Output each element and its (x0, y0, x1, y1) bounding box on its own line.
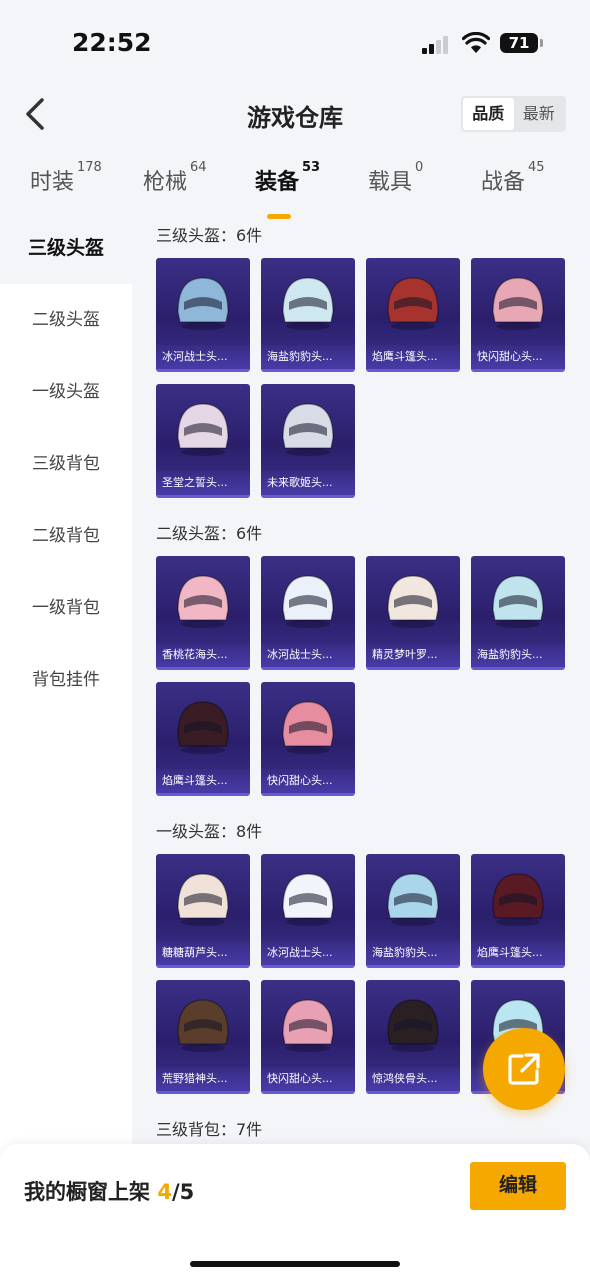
section-title: 二级头盔：6件 (156, 524, 263, 543)
item-card[interactable]: 香桃花海头... (156, 556, 250, 670)
item-card[interactable]: 焰鹰斗篷头... (366, 258, 460, 372)
item-name: 未来歌姬头... (261, 471, 355, 495)
sort-option-quality[interactable]: 品质 (463, 98, 514, 130)
item-card[interactable]: 快闪甜心头... (261, 980, 355, 1094)
item-card[interactable]: 海盐豹豹头... (366, 854, 460, 968)
sidebar-item-level1-backpack[interactable]: 一级背包 (0, 572, 132, 644)
tab-vehicles[interactable]: 载具0 (368, 160, 423, 196)
external-link-icon (508, 1053, 540, 1085)
nav-bar: 游戏仓库 品质 最新 (0, 88, 590, 140)
subcategory-sidebar: 三级头盔 二级头盔 一级头盔 三级背包 二级背包 一级背包 背包挂件 (0, 212, 132, 1172)
share-button[interactable] (483, 1028, 565, 1110)
item-card[interactable]: 快闪甜心头... (261, 682, 355, 796)
tab-count: 53 (302, 160, 321, 175)
item-name: 惊鸿侠骨头... (366, 1067, 460, 1091)
helmet-icon (387, 277, 439, 330)
sidebar-item-level3-helmet[interactable]: 三级头盔 (0, 212, 132, 284)
helmet-icon (177, 701, 229, 754)
item-card[interactable]: 快闪甜心头... (471, 258, 565, 372)
sidebar-item-level3-backpack[interactable]: 三级背包 (0, 428, 132, 500)
item-card[interactable]: 惊鸿侠骨头... (366, 980, 460, 1094)
helmet-icon (282, 873, 334, 926)
item-name: 海盐豹豹头... (261, 345, 355, 369)
helmet-icon (282, 575, 334, 628)
back-arrow-icon[interactable] (16, 94, 56, 134)
sort-option-newest[interactable]: 最新 (514, 98, 565, 130)
showcase-status: 我的橱窗上架 4/5 (24, 1180, 195, 1204)
sidebar-item-level1-helmet[interactable]: 一级头盔 (0, 356, 132, 428)
helmet-icon (492, 277, 544, 330)
helmet-icon (282, 277, 334, 330)
item-name: 海盐豹豹头... (366, 941, 460, 965)
item-name: 快闪甜心头... (261, 1067, 355, 1091)
item-card[interactable]: 冰河战士头... (261, 556, 355, 670)
item-name: 焰鹰斗篷头... (366, 345, 460, 369)
helmet-icon (282, 701, 334, 754)
helmet-icon (282, 403, 334, 456)
item-card[interactable]: 焰鹰斗篷头... (471, 854, 565, 968)
item-card[interactable]: 精灵梦叶罗... (366, 556, 460, 670)
tab-supplies[interactable]: 战备45 (481, 160, 545, 196)
helmet-icon (177, 999, 229, 1052)
tab-count: 0 (415, 160, 424, 175)
battery-icon: 71 (500, 33, 543, 53)
helmet-icon (282, 999, 334, 1052)
helmet-icon (177, 403, 229, 456)
item-card[interactable]: 海盐豹豹头... (261, 258, 355, 372)
helmet-icon (387, 873, 439, 926)
item-grid: 冰河战士头... 海盐豹豹头... 焰鹰斗篷头... 快闪甜心头... 圣堂之誓头...… (156, 258, 576, 510)
item-card[interactable]: 未来歌姬头... (261, 384, 355, 498)
tab-count: 64 (190, 160, 207, 175)
tab-equipment[interactable]: 装备53 (255, 160, 320, 219)
helmet-icon (492, 873, 544, 926)
showcase-current-count: 4 (157, 1180, 172, 1204)
tab-count: 45 (528, 160, 545, 175)
item-card[interactable]: 焰鹰斗篷头... (156, 682, 250, 796)
helmet-icon (177, 575, 229, 628)
item-name: 快闪甜心头... (471, 345, 565, 369)
status-bar: 22:52 71 (0, 0, 590, 88)
item-name: 荒野猎神头... (156, 1067, 250, 1091)
item-card[interactable]: 圣堂之誓头... (156, 384, 250, 498)
item-name: 焰鹰斗篷头... (471, 941, 565, 965)
helmet-icon (387, 575, 439, 628)
cellular-signal-icon (422, 36, 452, 54)
tab-fashion[interactable]: 时装178 (30, 160, 102, 196)
item-name: 冰河战士头... (261, 643, 355, 667)
bottom-bar: 我的橱窗上架 4/5 编辑 (0, 1144, 590, 1280)
item-name: 香桃花海头... (156, 643, 250, 667)
tab-weapons[interactable]: 枪械64 (143, 160, 207, 196)
item-name: 冰河战士头... (261, 941, 355, 965)
edit-button[interactable]: 编辑 (470, 1162, 566, 1210)
section-title: 三级头盔：6件 (156, 226, 263, 245)
item-card[interactable]: 荒野猎神头... (156, 980, 250, 1094)
item-name: 糖糖葫芦头... (156, 941, 250, 965)
item-card[interactable]: 海盐豹豹头... (471, 556, 565, 670)
helmet-icon (387, 999, 439, 1052)
sidebar-item-backpack-charm[interactable]: 背包挂件 (0, 644, 132, 716)
item-card[interactable]: 糖糖葫芦头... (156, 854, 250, 968)
section-title: 一级头盔：8件 (156, 822, 263, 841)
item-name: 冰河战士头... (156, 345, 250, 369)
helmet-icon (177, 873, 229, 926)
sidebar-item-level2-helmet[interactable]: 二级头盔 (0, 284, 132, 356)
showcase-total: /5 (171, 1180, 195, 1204)
sidebar-item-level2-backpack[interactable]: 二级背包 (0, 500, 132, 572)
item-card[interactable]: 冰河战士头... (156, 258, 250, 372)
item-name: 焰鹰斗篷头... (156, 769, 250, 793)
item-name: 圣堂之誓头... (156, 471, 250, 495)
item-card[interactable]: 冰河战士头... (261, 854, 355, 968)
sort-toggle[interactable]: 品质 最新 (461, 96, 566, 132)
tab-count: 178 (77, 160, 102, 175)
item-name: 快闪甜心头... (261, 769, 355, 793)
wifi-icon (462, 32, 490, 53)
item-name: 精灵梦叶罗... (366, 643, 460, 667)
home-indicator (190, 1261, 400, 1267)
category-tabs: 时装178 枪械64 装备53 载具0 战备45 (0, 150, 590, 219)
item-name: 海盐豹豹头... (471, 643, 565, 667)
item-grid: 香桃花海头... 冰河战士头... 精灵梦叶罗... 海盐豹豹头... 焰鹰斗篷头...… (156, 556, 576, 808)
helmet-icon (177, 277, 229, 330)
helmet-icon (492, 575, 544, 628)
status-time: 22:52 (72, 28, 152, 57)
